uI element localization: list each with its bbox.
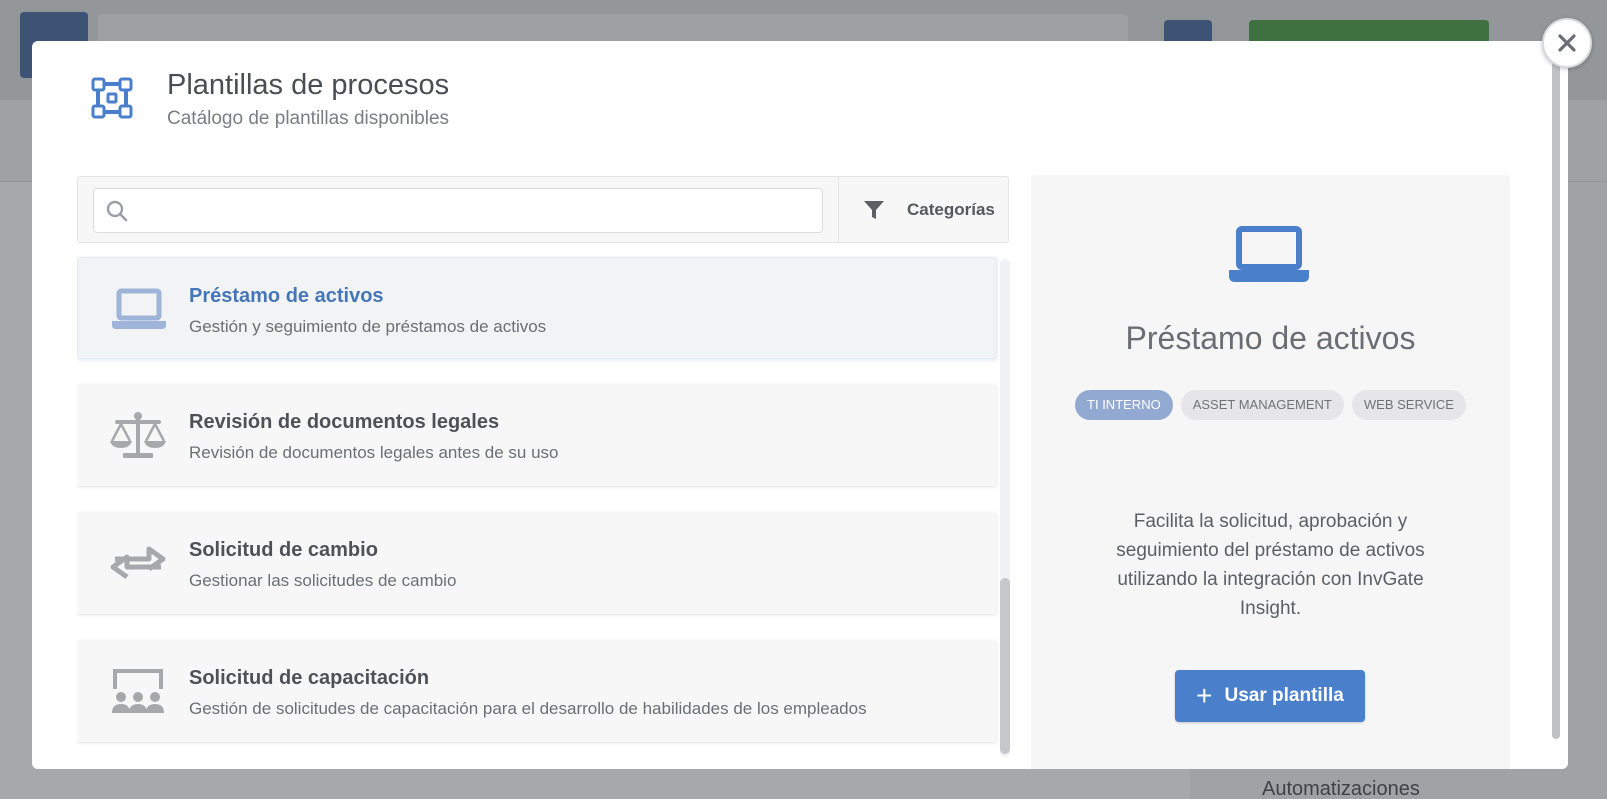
search-input[interactable] (138, 195, 808, 227)
template-description: Gestionar las solicitudes de cambio (189, 571, 457, 590)
categories-label: Categorías (907, 199, 995, 219)
template-description: Gestión de solicitudes de capacitación p… (189, 699, 867, 718)
use-template-label: Usar plantilla (1224, 685, 1344, 706)
categories-filter-button[interactable]: Categorías (838, 177, 1009, 242)
detail-tags: TI INTERNO ASSET MANAGEMENT WEB SERVICE (1061, 390, 1480, 420)
plus-icon: + (1196, 680, 1213, 711)
template-description: Gestión y seguimiento de préstamos de ac… (189, 317, 547, 336)
laptop-icon (1229, 226, 1309, 282)
template-description: Revisión de documentos legales antes de … (189, 443, 559, 462)
template-list: Préstamo de activos Gestión y seguimient… (77, 256, 1007, 769)
template-title: Solicitud de cambio (189, 539, 378, 561)
tag-badge: WEB SERVICE (1351, 390, 1466, 420)
template-card-solicitud-cambio[interactable]: Solicitud de cambio Gestionar las solici… (77, 512, 997, 614)
laptop-icon (108, 282, 170, 336)
tag-badge: TI INTERNO (1075, 390, 1173, 420)
template-detail-panel: Préstamo de activos TI INTERNO ASSET MAN… (1031, 175, 1510, 769)
template-card-revision-documentos[interactable]: Revisión de documentos legales Revisión … (77, 384, 997, 486)
modal-subtitle: Catálogo de plantillas disponibles (167, 108, 450, 129)
process-template-icon (91, 77, 133, 119)
modal-scrollbar[interactable] (1552, 61, 1560, 739)
search-field[interactable] (93, 188, 823, 233)
templates-modal: Plantillas de procesos Catálogo de plant… (32, 41, 1568, 769)
template-title: Revisión de documentos legales (189, 411, 500, 433)
tag-badge: ASSET MANAGEMENT (1180, 390, 1344, 420)
classroom-icon (107, 664, 169, 718)
exchange-arrows-icon (107, 536, 169, 590)
close-icon (1558, 34, 1576, 52)
detail-title: Préstamo de activos (1125, 320, 1416, 356)
detail-description: Facilita la solicitud, aprobación y segu… (1116, 511, 1425, 619)
scale-icon (107, 408, 169, 462)
list-scrollbar-thumb[interactable] (1000, 578, 1010, 754)
template-card-solicitud-capacitacion[interactable]: Solicitud de capacitación Gestión de sol… (77, 640, 997, 742)
template-title: Préstamo de activos (189, 285, 384, 307)
search-icon (106, 200, 128, 222)
use-template-button[interactable]: + Usar plantilla (1175, 670, 1365, 722)
template-title: Solicitud de capacitación (189, 667, 430, 689)
background-automatizaciones-item: Automatizaciones (1262, 778, 1420, 799)
close-button[interactable] (1542, 18, 1592, 68)
template-card-prestamo-activos[interactable]: Préstamo de activos Gestión y seguimient… (77, 257, 997, 359)
filter-icon (864, 200, 884, 219)
modal-title: Plantillas de procesos (167, 69, 450, 101)
search-bar: Categorías (77, 176, 1009, 243)
